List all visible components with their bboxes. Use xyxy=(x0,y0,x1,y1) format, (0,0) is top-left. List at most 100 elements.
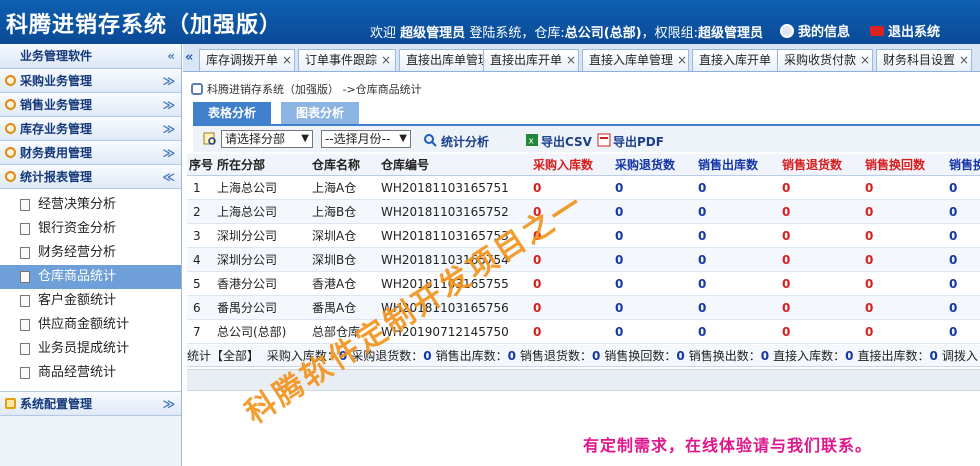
branch-select[interactable]: 请选择分部 ▼ xyxy=(221,130,313,148)
summary-value: 0 xyxy=(423,349,432,363)
close-icon[interactable]: × xyxy=(860,53,870,67)
logout-icon xyxy=(870,25,884,36)
table-cell: 0 xyxy=(698,253,707,267)
tab-direct-in-bill[interactable]: 直接入库开单× xyxy=(692,49,788,71)
table-row[interactable]: 4 深圳分公司 深圳B仓 WH20181103165754 0 0 0 0 0 0 xyxy=(187,248,980,272)
table-cell: 0 xyxy=(615,229,624,243)
table-cell: 0 xyxy=(615,277,624,291)
collapse-icon[interactable]: « xyxy=(167,44,175,69)
export-csv-button[interactable]: 导出CSV xyxy=(541,133,592,150)
sidebar-header[interactable]: 业务管理软件 « xyxy=(0,44,181,69)
document-icon xyxy=(20,199,30,211)
table-cell: WH20181103165751 xyxy=(381,181,509,195)
summary-label: 调拨入 xyxy=(941,349,978,363)
summary-value: 0 xyxy=(845,349,854,363)
sidebar-section-system[interactable]: 系统配置管理 ≫ xyxy=(0,392,181,416)
stat-analysis-button[interactable]: 统计分析 xyxy=(441,133,489,150)
header-cell: 序号 xyxy=(189,158,214,172)
table-row[interactable]: 7 总公司(总部) 总部仓库 WH20190712145750 0 0 0 0 0 0 xyxy=(187,320,980,344)
sidebar-item-bank-funds[interactable]: 银行资金分析 xyxy=(0,217,181,241)
close-icon[interactable]: × xyxy=(381,53,391,67)
tab-stock-transfer[interactable]: 库存调拨开单 × xyxy=(199,49,295,71)
table-row[interactable]: 1 上海总公司 上海A仓 WH20181103165751 0 0 0 0 0 0 xyxy=(187,176,980,200)
table-cell: 0 xyxy=(865,325,874,339)
table-cell: 0 xyxy=(615,205,624,219)
table-cell: 深圳B仓 xyxy=(312,253,357,267)
summary-value: 0 xyxy=(929,349,938,363)
sidebar-section-reports[interactable]: 统计报表管理 ≪ xyxy=(0,165,181,189)
close-icon[interactable]: × xyxy=(677,53,687,67)
tab-bar: « 库存调拨开单× 订单事件跟踪× 直接出库单管理× 直接出库开单× 直接入库单… xyxy=(183,44,980,72)
header-cell: 仓库编号 xyxy=(381,158,430,172)
table-row[interactable]: 3 深圳分公司 深圳A仓 WH20181103165753 0 0 0 0 0 0 xyxy=(187,224,980,248)
close-icon[interactable]: × xyxy=(566,53,576,67)
tab-order-tracking[interactable]: 订单事件跟踪 × xyxy=(298,49,396,71)
tab-direct-out-bill[interactable]: 直接出库开单 × xyxy=(483,49,579,71)
table-cell: 4 xyxy=(193,253,201,267)
header-cell: 仓库名称 xyxy=(312,158,361,172)
home-icon xyxy=(191,83,203,95)
app-header: 科腾进销存系统（加强版） 欢迎 超级管理员 登陆系统，仓库:总公司(总部)，权限… xyxy=(0,0,980,44)
table-cell: 上海总公司 xyxy=(217,205,278,219)
table-cell: 0 xyxy=(533,301,542,315)
header-cell: 销售换 xyxy=(949,158,980,172)
svg-text:x: x xyxy=(529,137,535,147)
tab-chart-analysis[interactable]: 图表分析 xyxy=(281,102,359,124)
user-icon xyxy=(780,23,794,38)
table-cell: 0 xyxy=(949,301,958,315)
tab-table-analysis[interactable]: 表格分析 xyxy=(193,102,271,124)
clock-icon xyxy=(5,75,16,86)
chevron-down-icon: ≫ xyxy=(162,74,175,88)
logout-link[interactable]: 退出系统 xyxy=(870,21,940,40)
tab-purchase-payment[interactable]: 采购收货付款 × xyxy=(777,49,873,71)
sidebar-item-supplier-amount[interactable]: 供应商金额统计 xyxy=(0,313,181,337)
sidebar-section-finance[interactable]: 财务费用管理 ≫ xyxy=(0,141,181,165)
header-cell: 采购退货数 xyxy=(615,158,676,172)
sidebar-item-business-decision[interactable]: 经营决策分析 xyxy=(0,193,181,217)
table-cell: 0 xyxy=(533,277,542,291)
sidebar-item-customer-amount[interactable]: 客户金额统计 xyxy=(0,289,181,313)
close-icon[interactable]: × xyxy=(959,53,969,67)
summary-value: 0 xyxy=(591,349,601,363)
table-cell: 0 xyxy=(949,181,958,195)
table-cell: 0 xyxy=(698,277,707,291)
sidebar-item-warehouse-stats[interactable]: 仓库商品统计 xyxy=(0,265,181,289)
month-select[interactable]: --选择月份-- ▼ xyxy=(321,130,411,148)
header-cell: 所在分部 xyxy=(217,158,266,172)
tab-direct-in-manage[interactable]: 直接入库单管理 × xyxy=(582,49,689,71)
table-row[interactable]: 6 番禺分公司 番禺A仓 WH20181103165756 0 0 0 0 0 0 xyxy=(187,296,980,320)
sidebar-item-sales-commission[interactable]: 业务员提成统计 xyxy=(0,337,181,361)
filter-icon xyxy=(203,132,216,145)
table-cell: 香港A仓 xyxy=(312,277,357,291)
document-icon xyxy=(20,295,30,307)
document-icon xyxy=(20,343,30,355)
table-cell: 0 xyxy=(782,253,791,267)
summary-label: 销售退货数： xyxy=(519,349,592,363)
table-row[interactable]: 5 香港分公司 香港A仓 WH20181103165755 0 0 0 0 0 0 xyxy=(187,272,980,296)
sidebar-item-finance-analysis[interactable]: 财务经营分析 xyxy=(0,241,181,265)
table-cell: 3 xyxy=(193,229,201,243)
document-icon xyxy=(20,247,30,259)
sidebar-item-product-stats[interactable]: 商品经营统计 xyxy=(0,361,181,385)
export-pdf-button[interactable]: 导出PDF xyxy=(613,133,664,150)
header-cell: 销售出库数 xyxy=(698,158,759,172)
sidebar-section-sales[interactable]: 销售业务管理 ≫ xyxy=(0,93,181,117)
table-cell: 1 xyxy=(193,181,201,195)
table-cell: 0 xyxy=(698,229,707,243)
table-cell: 0 xyxy=(698,301,707,315)
table-header-row: 序号 所在分部 仓库名称 仓库编号 采购入库数 采购退货数 销售出库数 销售退货… xyxy=(187,154,980,176)
sidebar-section-inventory[interactable]: 库存业务管理 ≫ xyxy=(0,117,181,141)
table-cell: 6 xyxy=(193,301,201,315)
table-cell: WH20181103165752 xyxy=(381,205,509,219)
tab-finance-subject[interactable]: 财务科目设置 × xyxy=(876,49,972,71)
table-cell: 0 xyxy=(782,205,791,219)
table-cell: 0 xyxy=(615,181,624,195)
toolbar: 请选择分部 ▼ --选择月份-- ▼ 统计分析 x 导出CSV 导出PDF xyxy=(193,124,980,152)
sidebar-section-purchase[interactable]: 采购业务管理 ≫ xyxy=(0,69,181,93)
table-cell: 0 xyxy=(782,325,791,339)
my-info-link[interactable]: 我的信息 xyxy=(780,21,850,40)
tab-scroll-left-icon[interactable]: « xyxy=(185,50,193,65)
contact-banner: 有定制需求，在线体验请与我们联系。 xyxy=(583,436,873,455)
chevron-down-icon: ▼ xyxy=(399,133,407,144)
close-icon[interactable]: × xyxy=(282,53,292,67)
